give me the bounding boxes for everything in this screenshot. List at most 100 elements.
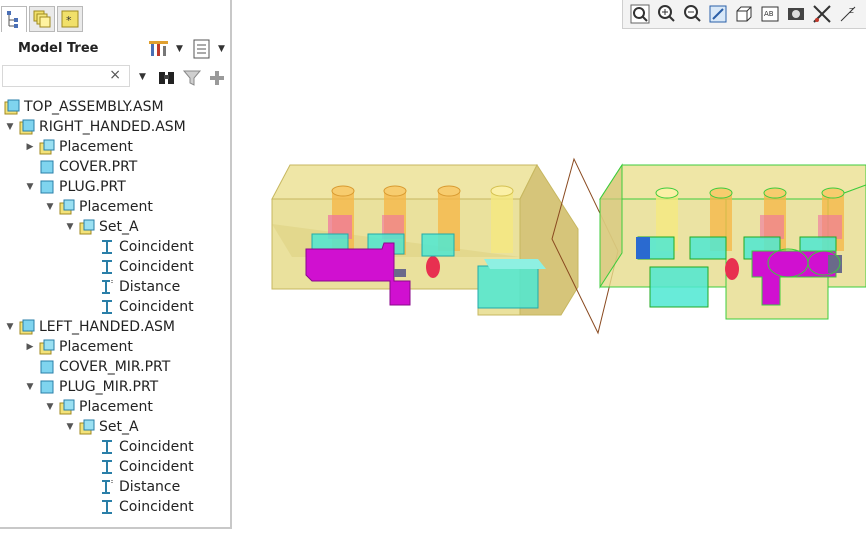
tab-layers[interactable] (29, 6, 55, 32)
tree-node[interactable]: COVER.PRT (24, 157, 137, 177)
left-handed-assembly (599, 163, 866, 320)
distance-icon (99, 479, 115, 495)
assembly-model-view[interactable] (232, 29, 866, 538)
svg-text:*: * (66, 14, 72, 27)
zoom-in-icon[interactable] (655, 3, 677, 25)
coincident-icon (99, 259, 115, 275)
tree-node-label: Coincident (119, 499, 194, 515)
placement-icon (39, 139, 55, 155)
tree-node[interactable]: ▼ LEFT_HANDED.ASM (4, 317, 175, 337)
saved-orientations-icon[interactable]: AB (759, 3, 781, 25)
distance-icon (99, 279, 115, 295)
tree-node[interactable]: Coincident (84, 457, 194, 477)
tree-node-label: Coincident (119, 299, 194, 315)
tree-node-label: Distance (119, 279, 181, 295)
coincident-icon (99, 499, 115, 515)
part-icon (39, 179, 55, 195)
expand-toggle-icon[interactable]: ▼ (44, 202, 56, 212)
tree-node[interactable]: ▼ Placement (44, 397, 153, 417)
tab-model-tree[interactable] (1, 6, 27, 32)
tree-node[interactable]: ▼ PLUG.PRT (24, 177, 126, 197)
tree-node[interactable]: ▶ Placement (24, 337, 133, 357)
repaint-icon[interactable] (707, 3, 729, 25)
tree-node[interactable]: Coincident (84, 437, 194, 457)
expand-toggle-icon[interactable]: ▼ (44, 402, 56, 412)
model-tree-icon (7, 11, 18, 28)
tree-node-label: Set_A (99, 419, 139, 435)
expand-toggle-icon[interactable]: ▶ (24, 342, 36, 352)
plus-icon[interactable] (206, 67, 228, 89)
perspective-icon[interactable] (811, 3, 833, 25)
search-clear-icon[interactable]: × (109, 67, 121, 83)
favorites-icon: * (61, 10, 79, 28)
tree-node[interactable]: ▶ Placement (24, 137, 133, 157)
view-toolbar: AB Z (622, 0, 866, 29)
refit-icon[interactable] (629, 3, 651, 25)
tree-node[interactable]: Distance (84, 477, 180, 497)
coincident-icon (99, 239, 115, 255)
assembly-icon (4, 99, 20, 115)
expand-toggle-icon[interactable]: ▶ (24, 142, 36, 152)
tree-node-label: Placement (79, 399, 153, 415)
expand-toggle-icon[interactable]: ▼ (24, 382, 36, 392)
tree-node[interactable]: ▼ Set_A (64, 417, 139, 437)
expand-toggle-icon[interactable]: ▼ (24, 182, 36, 192)
tree-node[interactable]: Coincident (84, 257, 194, 277)
tree-node-label: Coincident (119, 259, 194, 275)
assembly-icon (19, 119, 35, 135)
coincident-icon (99, 439, 115, 455)
tree-node-label: Coincident (119, 439, 194, 455)
placement-icon (59, 399, 75, 415)
tree-node[interactable]: Coincident (84, 497, 194, 517)
tree-node[interactable]: ▼ RIGHT_HANDED.ASM (4, 117, 186, 137)
expand-toggle-icon[interactable]: ▼ (4, 322, 16, 332)
tree-node[interactable]: Coincident (84, 297, 194, 317)
tree-node-label: LEFT_HANDED.ASM (39, 319, 175, 335)
panel-title: Model Tree (18, 41, 99, 56)
tree-node[interactable]: ▼ Set_A (64, 217, 139, 237)
tree-columns-dropdown-icon[interactable]: ▼ (218, 44, 225, 54)
tree-node-label: Coincident (119, 239, 194, 255)
placement-icon (79, 219, 95, 235)
part-icon (39, 359, 55, 375)
filter-funnel-icon[interactable] (181, 67, 203, 89)
zoom-out-icon[interactable] (681, 3, 703, 25)
model-tree-panel: * Model Tree ▼ ▼ × ▼ TOP_ASSEMBLY.ASM ▼ … (0, 0, 232, 529)
tree-node-label: Placement (59, 339, 133, 355)
tree-search-field[interactable]: × (2, 65, 130, 87)
tree-node[interactable]: ▼ Placement (44, 197, 153, 217)
tree-node-label: Coincident (119, 459, 194, 475)
tree-settings-dropdown-icon[interactable]: ▼ (176, 44, 183, 54)
layers-icon (33, 10, 51, 28)
view-manager-icon[interactable] (785, 3, 807, 25)
tree-node-label: PLUG.PRT (59, 179, 126, 195)
tree-node[interactable]: Coincident (84, 237, 194, 257)
tree-settings-icon[interactable] (148, 38, 170, 60)
tab-favorites[interactable]: * (57, 6, 83, 32)
coincident-icon (99, 299, 115, 315)
display-style-icon[interactable] (733, 3, 755, 25)
tree-node-label: COVER_MIR.PRT (59, 359, 171, 375)
svg-text:AB: AB (764, 10, 774, 18)
tree-node-label: Placement (79, 199, 153, 215)
tree-node[interactable]: Distance (84, 277, 180, 297)
binoculars-icon[interactable] (156, 67, 178, 89)
placement-icon (39, 339, 55, 355)
expand-toggle-icon[interactable]: ▼ (64, 222, 76, 232)
tree-node[interactable]: ▼ PLUG_MIR.PRT (24, 377, 159, 397)
part-icon (39, 379, 55, 395)
graphics-viewport[interactable] (232, 29, 866, 538)
expand-toggle-icon[interactable]: ▼ (4, 122, 16, 132)
tree-node[interactable]: TOP_ASSEMBLY.ASM (4, 97, 164, 117)
navigator-tabs: * (0, 5, 230, 32)
datum-display-icon[interactable]: Z (837, 3, 859, 25)
tree-node[interactable]: COVER_MIR.PRT (24, 357, 170, 377)
search-input[interactable] (7, 67, 111, 87)
tree-node-label: Set_A (99, 219, 139, 235)
assembly-icon (19, 319, 35, 335)
search-dropdown-icon[interactable]: ▼ (139, 72, 146, 82)
expand-toggle-icon[interactable]: ▼ (64, 422, 76, 432)
part-icon (39, 159, 55, 175)
tree-node-label: RIGHT_HANDED.ASM (39, 119, 186, 135)
tree-columns-icon[interactable] (191, 38, 213, 60)
